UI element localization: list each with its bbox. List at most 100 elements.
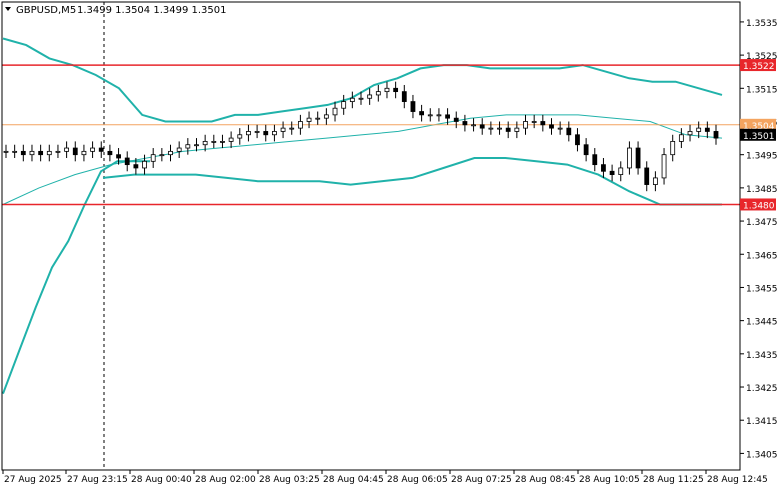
chart-canvas[interactable]: 1.35351.35251.35151.35051.34951.34851.34… bbox=[0, 0, 781, 489]
candle[interactable] bbox=[280, 121, 286, 139]
candle[interactable] bbox=[211, 134, 217, 149]
candle-body bbox=[367, 94, 373, 99]
candle[interactable] bbox=[349, 91, 355, 109]
candle[interactable] bbox=[98, 141, 104, 158]
indicators-layer bbox=[2, 37, 723, 395]
candle[interactable] bbox=[90, 141, 95, 158]
candle[interactable] bbox=[384, 81, 390, 99]
candle[interactable] bbox=[583, 138, 589, 162]
candle[interactable] bbox=[220, 134, 225, 149]
candle[interactable] bbox=[246, 124, 251, 142]
candle[interactable] bbox=[124, 151, 130, 172]
candle[interactable] bbox=[72, 141, 78, 162]
candle[interactable] bbox=[670, 134, 676, 162]
x-tick-label: 27 Aug 23:15 bbox=[67, 475, 128, 485]
candle[interactable] bbox=[306, 111, 312, 129]
candle[interactable] bbox=[678, 128, 684, 149]
x-tick-label: 28 Aug 00:40 bbox=[131, 475, 192, 485]
candle[interactable] bbox=[479, 118, 485, 135]
x-tick-label: 27 Aug 2025 bbox=[4, 475, 62, 485]
candle[interactable] bbox=[263, 124, 269, 142]
candle[interactable] bbox=[29, 144, 35, 162]
candle[interactable] bbox=[471, 118, 476, 132]
candle[interactable] bbox=[419, 104, 425, 122]
candle[interactable] bbox=[194, 138, 199, 152]
chart-header: GBPUSD,M5 1.3499 1.3504 1.3499 1.3501 bbox=[5, 5, 227, 16]
x-tick-label: 28 Aug 02:00 bbox=[195, 475, 256, 485]
candle[interactable] bbox=[704, 121, 710, 139]
candle[interactable] bbox=[462, 114, 468, 132]
candle-body bbox=[678, 134, 684, 142]
candle-body bbox=[81, 150, 87, 156]
candle[interactable] bbox=[12, 144, 18, 158]
candle[interactable] bbox=[185, 138, 191, 155]
candle-body bbox=[332, 107, 338, 116]
candle[interactable] bbox=[453, 111, 459, 129]
candle[interactable] bbox=[20, 144, 26, 162]
candle[interactable] bbox=[618, 161, 624, 182]
candle[interactable] bbox=[81, 144, 87, 162]
candle[interactable] bbox=[497, 121, 502, 135]
candle[interactable] bbox=[46, 144, 52, 162]
candle-body bbox=[90, 147, 95, 152]
candle[interactable] bbox=[315, 111, 321, 125]
candle[interactable] bbox=[427, 108, 433, 122]
candle[interactable] bbox=[644, 161, 650, 192]
candle[interactable] bbox=[341, 94, 347, 115]
candle[interactable] bbox=[549, 118, 554, 135]
candle[interactable] bbox=[488, 121, 494, 135]
candle[interactable] bbox=[514, 121, 520, 139]
level-label-support: 1.3480 bbox=[743, 201, 775, 211]
candle-body bbox=[116, 154, 121, 159]
candle[interactable] bbox=[601, 158, 606, 178]
candle[interactable] bbox=[3, 144, 9, 158]
candle-body bbox=[453, 117, 459, 122]
candle[interactable] bbox=[436, 108, 442, 122]
price-chart[interactable]: 1.35351.35251.35151.35051.34951.34851.34… bbox=[0, 0, 781, 489]
candle[interactable] bbox=[289, 121, 295, 135]
candle-body bbox=[306, 117, 312, 122]
candle[interactable] bbox=[176, 141, 182, 158]
candle[interactable] bbox=[575, 128, 580, 152]
candle[interactable] bbox=[592, 148, 598, 172]
candle[interactable] bbox=[531, 114, 537, 129]
candle[interactable] bbox=[38, 144, 44, 162]
y-tick-label: 1.3415 bbox=[746, 417, 778, 427]
candle[interactable] bbox=[540, 114, 546, 132]
candle[interactable] bbox=[237, 128, 243, 145]
candle[interactable] bbox=[272, 124, 277, 142]
candle[interactable] bbox=[254, 124, 260, 139]
candle-body bbox=[202, 141, 208, 146]
candle[interactable] bbox=[713, 124, 719, 145]
candle[interactable] bbox=[687, 124, 693, 142]
candle[interactable] bbox=[323, 108, 329, 125]
candle[interactable] bbox=[159, 148, 165, 162]
candle[interactable] bbox=[168, 144, 173, 162]
candle[interactable] bbox=[661, 148, 667, 185]
candle[interactable] bbox=[635, 141, 641, 175]
candle-body bbox=[644, 167, 650, 185]
candle[interactable] bbox=[557, 121, 563, 135]
candle[interactable] bbox=[410, 94, 416, 119]
y-tick-label: 1.3405 bbox=[746, 450, 778, 460]
candle[interactable] bbox=[393, 81, 399, 99]
candle[interactable] bbox=[332, 101, 338, 122]
candle[interactable] bbox=[627, 141, 632, 175]
y-tick-label: 1.3455 bbox=[746, 284, 778, 294]
candle[interactable] bbox=[64, 141, 70, 158]
candle[interactable] bbox=[55, 144, 61, 158]
candle[interactable] bbox=[297, 114, 303, 135]
candle[interactable] bbox=[375, 84, 381, 102]
candle[interactable] bbox=[228, 131, 234, 149]
triangle-down-icon[interactable] bbox=[5, 7, 11, 11]
candle[interactable] bbox=[367, 88, 373, 105]
candle[interactable] bbox=[505, 121, 511, 139]
candle[interactable] bbox=[107, 144, 113, 162]
candle[interactable] bbox=[652, 171, 658, 192]
y-tick-label: 1.3465 bbox=[746, 251, 778, 261]
candle[interactable] bbox=[150, 148, 156, 168]
candle[interactable] bbox=[609, 164, 615, 182]
candle-body bbox=[462, 121, 468, 126]
candle[interactable] bbox=[401, 84, 407, 109]
candle[interactable] bbox=[523, 114, 528, 135]
